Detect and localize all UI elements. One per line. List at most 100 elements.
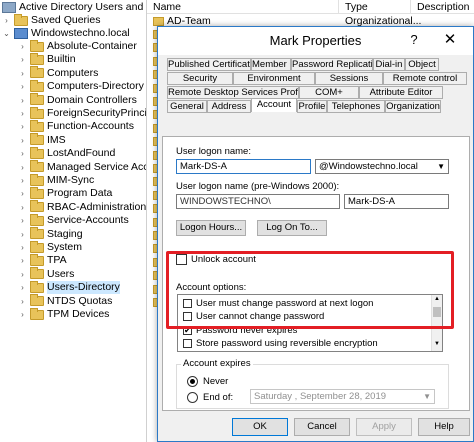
expand-icon[interactable]: ›: [18, 256, 27, 265]
tree-item[interactable]: › Computers-Directory: [18, 79, 144, 93]
tree-item[interactable]: › Program Data: [18, 186, 112, 200]
expand-icon[interactable]: ›: [18, 109, 27, 118]
dialog-title-bar[interactable]: Mark Properties ? ✕: [158, 27, 473, 55]
column-header-type[interactable]: Type: [339, 0, 411, 14]
tree-item-label: Computers-Directory: [47, 80, 144, 93]
tab-published-certificates[interactable]: Published Certificates: [167, 58, 251, 71]
tab-organization[interactable]: Organization: [385, 100, 441, 113]
tab-attribute-editor[interactable]: Attribute Editor: [359, 86, 443, 99]
tree-item[interactable]: › ForeignSecurityPrincipals: [18, 106, 146, 120]
tree-item[interactable]: › Function-Accounts: [18, 119, 134, 133]
logon-name-input[interactable]: Mark-DS-A: [176, 159, 311, 174]
folder-icon: [30, 213, 44, 226]
never-radio[interactable]: [187, 376, 198, 387]
end-of-radio[interactable]: [187, 392, 198, 403]
tree-item-saved-queries[interactable]: › Saved Queries: [2, 13, 101, 27]
checkbox-icon[interactable]: [183, 339, 192, 348]
chevron-down-icon: ▼: [437, 162, 445, 171]
expand-icon[interactable]: ›: [18, 203, 27, 212]
account-option-item[interactable]: Store password using reversible encrypti…: [183, 338, 378, 350]
tree-item[interactable]: › Absolute-Container: [18, 39, 137, 53]
log-on-to-button[interactable]: Log On To...: [257, 220, 327, 236]
tab-telephones[interactable]: Telephones: [327, 100, 385, 113]
navigation-tree: Active Directory Users and Computers › S…: [0, 0, 146, 442]
tree-item[interactable]: › Domain Controllers: [18, 93, 137, 107]
tab-general[interactable]: General: [167, 100, 207, 113]
tree-item[interactable]: › Managed Service Accounts: [18, 160, 146, 174]
logon-hours-button[interactable]: Logon Hours...: [176, 220, 246, 236]
expand-icon[interactable]: ›: [18, 176, 27, 185]
tab-object[interactable]: Object: [405, 58, 439, 71]
tree-item-label: Users: [47, 267, 75, 280]
apply-button[interactable]: Apply: [356, 418, 412, 436]
tab-profile[interactable]: Profile: [297, 100, 327, 113]
cancel-button[interactable]: Cancel: [294, 418, 350, 436]
tab-member-of[interactable]: Member Of: [251, 58, 291, 71]
tree-item-label: Saved Queries: [31, 14, 101, 26]
column-header-name[interactable]: Name: [147, 0, 339, 14]
tab-address[interactable]: Address: [207, 100, 251, 113]
expand-icon[interactable]: ›: [18, 310, 27, 319]
expand-icon[interactable]: ›: [18, 189, 27, 198]
tree-item[interactable]: › Staging: [18, 227, 83, 241]
folder-icon: [30, 160, 44, 173]
scroll-down-icon[interactable]: ▼: [432, 341, 442, 347]
expand-icon[interactable]: ›: [18, 297, 27, 306]
expand-icon[interactable]: ›: [18, 122, 27, 131]
tree-item-label: LostAndFound: [47, 147, 116, 160]
tree-item[interactable]: › Builtin: [18, 52, 76, 66]
folder-icon: [30, 173, 44, 186]
tree-item[interactable]: › MIM-Sync: [18, 173, 94, 187]
dialog-title: Mark Properties: [269, 33, 362, 48]
tree-item[interactable]: › TPA: [18, 253, 67, 267]
tree-item[interactable]: › System: [18, 240, 82, 254]
expand-icon[interactable]: ›: [2, 16, 11, 25]
help-icon[interactable]: ?: [404, 31, 424, 49]
end-of-date-picker[interactable]: Saturday , September 28, 2019 ▼: [250, 389, 435, 404]
close-icon[interactable]: ✕: [430, 29, 470, 51]
domain-icon: [14, 28, 28, 39]
end-of-date-value: Saturday , September 28, 2019: [254, 391, 387, 402]
tab-environment[interactable]: Environment: [233, 72, 315, 85]
tree-item[interactable]: › Users: [18, 267, 75, 281]
account-options-highlight: [166, 251, 454, 329]
expand-icon[interactable]: ›: [18, 96, 27, 105]
tab-com-[interactable]: COM+: [299, 86, 359, 99]
tab-security[interactable]: Security: [167, 72, 233, 85]
tab-sessions[interactable]: Sessions: [315, 72, 383, 85]
tab-dial-in[interactable]: Dial-in: [373, 58, 405, 71]
tree-item[interactable]: › Users-Directory: [18, 280, 120, 295]
tree-item[interactable]: › LostAndFound: [18, 146, 116, 160]
expand-icon[interactable]: ›: [18, 82, 27, 91]
help-button[interactable]: Help: [418, 418, 470, 436]
tree-item[interactable]: › Service-Accounts: [18, 213, 129, 227]
expand-icon[interactable]: ›: [18, 149, 27, 158]
expand-icon[interactable]: ›: [18, 136, 27, 145]
tab-password-replication[interactable]: Password Replication: [291, 58, 373, 71]
pre2000-name-input[interactable]: Mark-DS-A: [344, 194, 449, 209]
ad-console-icon: [2, 2, 16, 13]
expand-icon[interactable]: ›: [18, 230, 27, 239]
expand-icon[interactable]: ›: [18, 163, 27, 172]
ok-button[interactable]: OK: [232, 418, 288, 436]
tree-item-domain[interactable]: ⌄ Windowstechno.local: [2, 27, 130, 40]
tab-remote-control[interactable]: Remote control: [383, 72, 467, 85]
tab-account[interactable]: Account: [251, 98, 297, 112]
tree-item[interactable]: › RBAC-Administration: [18, 200, 146, 214]
column-header-description[interactable]: Description: [411, 0, 474, 14]
expand-icon[interactable]: ›: [18, 42, 27, 51]
expand-icon[interactable]: ›: [18, 283, 27, 292]
tree-item[interactable]: › NTDS Quotas: [18, 294, 112, 308]
tree-item[interactable]: › TPM Devices: [18, 307, 109, 321]
collapse-icon[interactable]: ⌄: [2, 29, 11, 38]
expand-icon[interactable]: ›: [18, 69, 27, 78]
tree-item-label: Computers: [47, 66, 99, 79]
tree-item[interactable]: › IMS: [18, 133, 66, 147]
expand-icon[interactable]: ›: [18, 216, 27, 225]
expand-icon[interactable]: ›: [18, 55, 27, 64]
tree-item[interactable]: › Computers: [18, 66, 99, 80]
expand-icon[interactable]: ›: [18, 243, 27, 252]
tree-root[interactable]: Active Directory Users and Computers: [2, 1, 146, 14]
upn-suffix-select[interactable]: @Windowstechno.local ▼: [315, 159, 449, 174]
expand-icon[interactable]: ›: [18, 270, 27, 279]
